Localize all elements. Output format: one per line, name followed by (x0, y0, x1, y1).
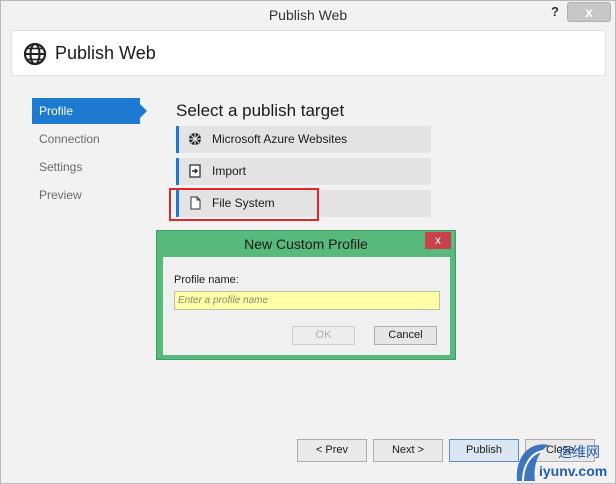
help-button[interactable]: ? (548, 4, 562, 22)
window-title: Publish Web (268, 7, 348, 23)
title-bar: Publish Web ? x (1, 1, 615, 29)
nav-item-preview[interactable]: Preview (32, 182, 147, 208)
wizard-nav: Profile Connection Settings Preview (32, 98, 147, 210)
header-title: Publish Web (55, 43, 156, 63)
close-icon: x (585, 4, 593, 20)
dialog-title: New Custom Profile (244, 236, 368, 252)
window-close-button[interactable]: x (567, 2, 611, 22)
nav-item-settings[interactable]: Settings (32, 154, 147, 180)
nav-item-connection[interactable]: Connection (32, 126, 147, 152)
prev-button[interactable]: < Prev (297, 439, 367, 462)
target-azure-websites[interactable]: Microsoft Azure Websites (176, 126, 431, 153)
target-import[interactable]: Import (176, 158, 431, 185)
dialog-body: Profile name: OK Cancel (163, 257, 450, 355)
dialog-close-button[interactable]: x (425, 232, 451, 249)
watermark-cn-text: 运维网 (558, 444, 600, 460)
highlight-box (169, 188, 319, 221)
profile-name-input[interactable] (174, 291, 440, 310)
ok-button[interactable]: OK (292, 326, 355, 345)
header-banner: Publish Web (11, 30, 606, 76)
nav-item-profile[interactable]: Profile (32, 98, 147, 124)
section-title: Select a publish target (176, 101, 345, 120)
target-label: Microsoft Azure Websites (212, 132, 348, 146)
publish-web-window: Publish Web ? x Publish Web Profile Conn… (0, 0, 616, 484)
globe-icon (23, 42, 47, 66)
new-custom-profile-dialog: New Custom Profile x Profile name: OK Ca… (156, 230, 456, 360)
next-button[interactable]: Next > (373, 439, 443, 462)
import-icon (189, 164, 201, 178)
cancel-button[interactable]: Cancel (374, 326, 437, 345)
close-icon: x (435, 233, 441, 247)
azure-icon (189, 133, 201, 145)
target-label: Import (212, 164, 247, 178)
profile-name-label: Profile name: (174, 274, 239, 286)
watermark-text: iyunv.com (539, 463, 608, 479)
